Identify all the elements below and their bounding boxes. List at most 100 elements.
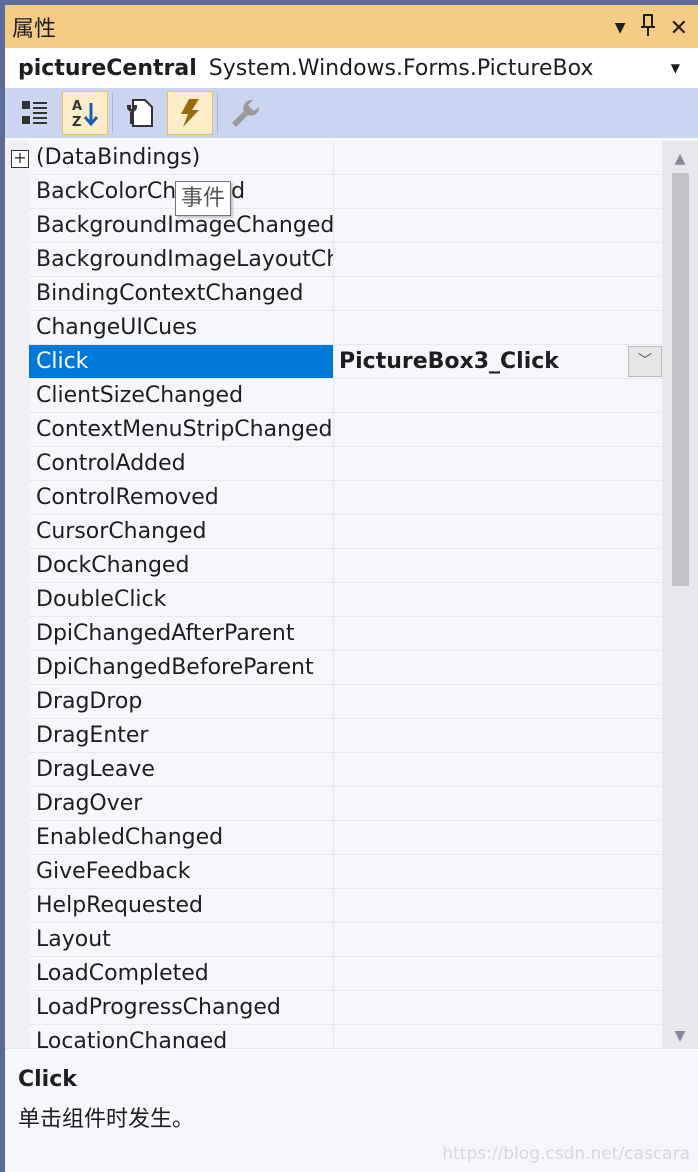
properties-icon	[127, 99, 153, 127]
property-row[interactable]: LoadCompleted	[29, 957, 662, 991]
object-selector[interactable]: pictureCentral System.Windows.Forms.Pict…	[5, 48, 698, 88]
property-name[interactable]: ControlAdded	[29, 447, 334, 480]
property-row[interactable]: DragDrop	[29, 685, 662, 719]
property-grid: (DataBindings) BackColorChanged Background…	[5, 141, 662, 1048]
window-menu-dropdown-icon[interactable]: ▼	[615, 20, 626, 36]
property-value[interactable]	[334, 889, 662, 922]
property-row[interactable]: DragOver	[29, 787, 662, 821]
property-name[interactable]: HelpRequested	[29, 889, 334, 922]
property-row[interactable]: CursorChanged	[29, 515, 662, 549]
vertical-scrollbar[interactable]: ▲ ▼	[662, 141, 698, 1048]
property-name[interactable]: DragEnter	[29, 719, 334, 752]
property-row[interactable]: BackgroundImageChanged	[29, 209, 662, 243]
scrollbar-thumb[interactable]	[672, 173, 689, 586]
tooltip: 事件	[175, 181, 232, 216]
property-value[interactable]	[334, 753, 662, 786]
property-name[interactable]: CursorChanged	[29, 515, 334, 548]
property-value[interactable]	[334, 311, 662, 344]
property-value[interactable]	[334, 175, 662, 208]
property-row[interactable]: ContextMenuStripChanged	[29, 413, 662, 447]
property-row[interactable]: (DataBindings)	[29, 141, 662, 175]
property-row[interactable]: DpiChangedAfterParent	[29, 617, 662, 651]
property-row[interactable]: BackgroundImageLayoutChanged	[29, 243, 662, 277]
expand-databindings-icon[interactable]: +	[11, 150, 29, 168]
property-value[interactable]	[334, 923, 662, 956]
property-value[interactable]	[334, 413, 662, 446]
property-name[interactable]: LocationChanged	[29, 1025, 334, 1048]
property-value[interactable]	[334, 447, 662, 480]
alphabetical-button[interactable]: AZ	[62, 91, 108, 135]
property-row[interactable]: DoubleClick	[29, 583, 662, 617]
property-row[interactable]: GiveFeedback	[29, 855, 662, 889]
property-name[interactable]: DpiChangedAfterParent	[29, 617, 334, 650]
property-value[interactable]	[334, 821, 662, 854]
property-row[interactable]: DpiChangedBeforeParent	[29, 651, 662, 685]
property-row[interactable]: ChangeUICues	[29, 311, 662, 345]
property-name[interactable]: ControlRemoved	[29, 481, 334, 514]
property-value[interactable]	[334, 685, 662, 718]
property-value[interactable]	[334, 277, 662, 310]
property-name[interactable]: BackgroundImageLayoutChanged	[29, 243, 334, 276]
property-row[interactable]: LocationChanged	[29, 1025, 662, 1048]
property-name[interactable]: LoadProgressChanged	[29, 991, 334, 1024]
property-value[interactable]	[334, 651, 662, 684]
property-name[interactable]: EnabledChanged	[29, 821, 334, 854]
property-row[interactable]: HelpRequested	[29, 889, 662, 923]
property-value[interactable]	[334, 481, 662, 514]
property-name[interactable]: DoubleClick	[29, 583, 334, 616]
property-name[interactable]: DragOver	[29, 787, 334, 820]
property-value[interactable]: PictureBox3_Click ﹀	[334, 345, 662, 378]
property-name[interactable]: ClientSizeChanged	[29, 379, 334, 412]
property-row[interactable]: Click PictureBox3_Click ﹀	[29, 345, 662, 379]
property-row[interactable]: ControlAdded	[29, 447, 662, 481]
property-row[interactable]: ClientSizeChanged	[29, 379, 662, 413]
property-pages-button[interactable]	[222, 91, 268, 135]
scroll-down-icon[interactable]: ▼	[662, 1028, 698, 1044]
property-value[interactable]	[334, 583, 662, 616]
property-name[interactable]: DragLeave	[29, 753, 334, 786]
property-value[interactable]	[334, 243, 662, 276]
toolbar-separator	[112, 93, 113, 133]
property-row[interactable]: BindingContextChanged	[29, 277, 662, 311]
property-value[interactable]	[334, 787, 662, 820]
property-value[interactable]	[334, 515, 662, 548]
property-value[interactable]	[334, 991, 662, 1024]
property-value[interactable]	[334, 719, 662, 752]
property-row[interactable]: Layout	[29, 923, 662, 957]
property-name[interactable]: BindingContextChanged	[29, 277, 334, 310]
property-value[interactable]	[334, 617, 662, 650]
property-name[interactable]: DockChanged	[29, 549, 334, 582]
chevron-down-icon[interactable]: ▼	[671, 61, 680, 75]
pin-icon[interactable]	[640, 13, 656, 43]
property-row[interactable]: DragEnter	[29, 719, 662, 753]
events-button[interactable]	[167, 91, 213, 135]
property-name[interactable]: ChangeUICues	[29, 311, 334, 344]
property-value[interactable]	[334, 549, 662, 582]
property-value[interactable]	[334, 379, 662, 412]
property-value[interactable]	[334, 209, 662, 242]
property-row[interactable]: ControlRemoved	[29, 481, 662, 515]
property-value[interactable]	[334, 957, 662, 990]
categorized-button[interactable]	[12, 91, 58, 135]
description-text: 单击组件时发生。	[18, 1107, 195, 1132]
property-value[interactable]	[334, 141, 662, 174]
close-icon[interactable]: ✕	[670, 16, 688, 41]
property-row[interactable]: BackColorChanged	[29, 175, 662, 209]
property-row[interactable]: DockChanged	[29, 549, 662, 583]
property-name[interactable]: Click	[29, 345, 334, 378]
property-name[interactable]: DragDrop	[29, 685, 334, 718]
property-row[interactable]: EnabledChanged	[29, 821, 662, 855]
property-name[interactable]: DpiChangedBeforeParent	[29, 651, 334, 684]
value-dropdown-button[interactable]: ﹀	[628, 346, 662, 377]
property-value[interactable]	[334, 1025, 662, 1048]
property-value[interactable]	[334, 855, 662, 888]
property-name[interactable]: (DataBindings)	[29, 141, 334, 174]
property-name[interactable]: GiveFeedback	[29, 855, 334, 888]
properties-button[interactable]	[117, 91, 163, 135]
property-row[interactable]: LoadProgressChanged	[29, 991, 662, 1025]
property-name[interactable]: Layout	[29, 923, 334, 956]
property-name[interactable]: ContextMenuStripChanged	[29, 413, 334, 446]
property-name[interactable]: LoadCompleted	[29, 957, 334, 990]
property-row[interactable]: DragLeave	[29, 753, 662, 787]
scroll-up-icon[interactable]: ▲	[662, 151, 698, 167]
